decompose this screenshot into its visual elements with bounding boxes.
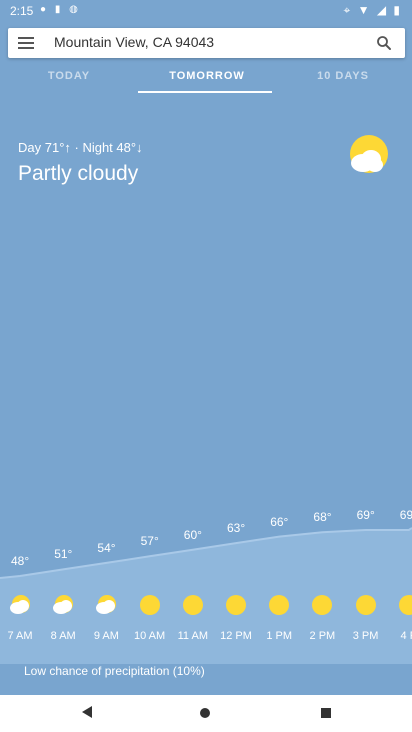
partly-cloudy-icon — [350, 135, 388, 173]
menu-icon[interactable] — [18, 35, 34, 51]
hour-temp: 48° — [11, 554, 30, 568]
sunny-icon — [269, 595, 290, 615]
hour-time: 4 P — [400, 630, 412, 642]
status-system-icons: ⌖ ▼ ◢ ▮ — [343, 3, 402, 17]
tab-indicator — [138, 91, 272, 93]
hour-time: 7 AM — [7, 630, 33, 642]
status-notification-icons: ● ▮ ◍ — [40, 4, 81, 15]
search-icon[interactable] — [375, 34, 393, 52]
hour-time: 9 AM — [93, 630, 119, 642]
hour-temp: 69° — [356, 508, 375, 522]
hour-temp: 66° — [270, 514, 289, 529]
day-night-temps: Day 71°↑ · Night 48°↓ — [18, 140, 143, 155]
sunny-icon — [398, 595, 412, 615]
condition-text: Partly cloudy — [18, 162, 139, 185]
hour-temp: 57° — [140, 534, 159, 549]
sunny-icon — [182, 595, 203, 615]
sunny-icon — [139, 595, 160, 615]
hour-temp: 60° — [183, 527, 202, 542]
partly-cloudy-icon — [96, 595, 117, 614]
partly-cloudy-icon — [53, 595, 74, 614]
weather-app: Mountain View, CA 94043 TODAY TOMORROW 1… — [0, 24, 412, 695]
sunny-icon — [312, 595, 333, 615]
hour-temp: 63° — [227, 521, 246, 536]
tab-today[interactable]: TODAY — [0, 70, 138, 82]
partly-cloudy-icon — [10, 595, 30, 614]
hour-temp: 51° — [54, 547, 73, 562]
hour-time: 3 PM — [352, 630, 379, 642]
hour-time: 11 AM — [177, 630, 208, 642]
hour-temp: 68° — [313, 510, 332, 525]
back-icon[interactable] — [80, 705, 94, 719]
navigation-bar — [0, 695, 412, 732]
hour-temp: 69 — [399, 508, 412, 522]
hour-time: 10 AM — [134, 630, 166, 642]
precipitation-text: Low chance of precipitation (10%) — [24, 664, 205, 678]
hour-temp: 54° — [97, 540, 116, 555]
tab-10-days[interactable]: 10 DAYS — [274, 70, 412, 82]
hour-time: 12 PM — [220, 630, 252, 642]
tab-bar: TODAY TOMORROW 10 DAYS — [0, 62, 412, 94]
hour-time: 8 AM — [50, 630, 76, 642]
location-text[interactable]: Mountain View, CA 94043 — [54, 34, 214, 50]
status-bar: 2:15 ● ▮ ◍ ⌖ ▼ ◢ ▮ — [0, 0, 412, 24]
status-time: 2:15 — [10, 4, 34, 18]
home-icon[interactable] — [199, 707, 211, 719]
search-bar[interactable]: Mountain View, CA 94043 — [8, 28, 405, 58]
recents-icon[interactable] — [320, 707, 332, 719]
hour-time: 2 PM — [309, 630, 336, 642]
hour-time: 1 PM — [266, 630, 293, 642]
hourly-chart: 48° 7 AM 51° 8 AM 54° 9 AM 57° 10 AM 60° 11 AM 63°… — [0, 484, 412, 664]
sunny-icon — [355, 595, 376, 615]
sunny-icon — [226, 595, 246, 615]
tab-tomorrow[interactable]: TOMORROW — [138, 70, 276, 82]
